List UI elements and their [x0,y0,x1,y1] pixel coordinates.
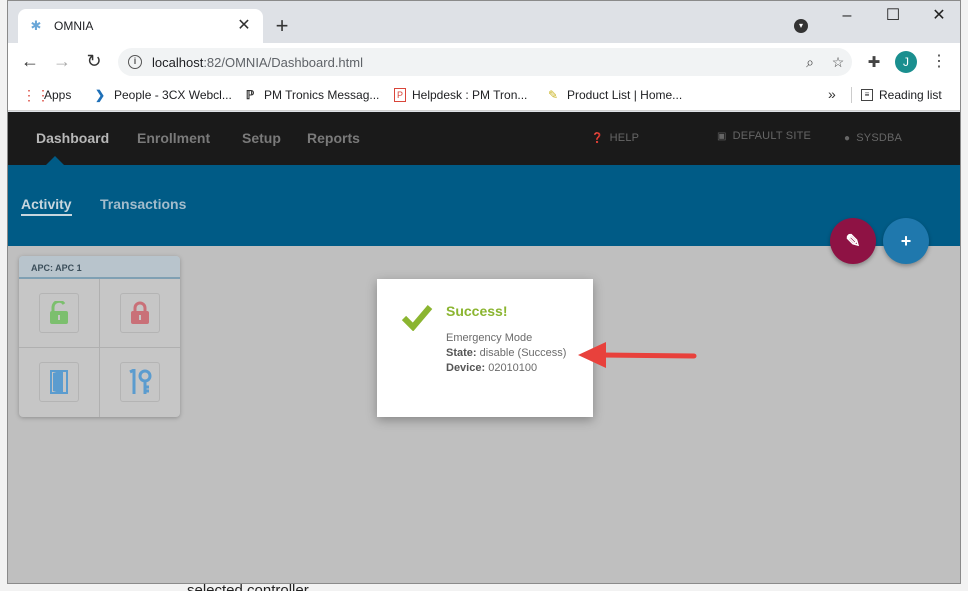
tab-search-icon[interactable]: ▾ [794,19,808,33]
browser-window: ✱ OMNIA ✕ + ▾ – ☐ ✕ ← → ↻ i localhost:82… [7,0,961,584]
maximize-button[interactable]: ☐ [870,5,916,27]
nav-setup[interactable]: Setup [242,130,281,146]
bookmarks-separator [851,87,852,103]
forward-button[interactable]: → [50,50,74,72]
zoom-icon[interactable]: ⌕ [796,54,824,71]
door-icon [50,370,68,394]
one-time-key-icon [129,369,152,394]
add-button[interactable]: + [883,218,929,264]
main-nav: Dashboard Enrollment Setup Reports ❓ HEL… [8,112,960,165]
apps-grid-icon: ⋮⋮ [22,87,50,103]
lock-cell [100,279,180,347]
minimize-button[interactable]: – [824,5,870,27]
helpdesk-icon: P [394,88,406,102]
note-icon: ✎ [547,88,559,102]
omnia-favicon-icon: ✱ [30,18,42,33]
manual-unlock-cell [100,348,180,416]
tab-close-icon[interactable]: ✕ [235,17,253,35]
door-cell [19,348,99,416]
tab-activity[interactable]: Activity [21,196,72,216]
nav-dashboard[interactable]: Dashboard [36,130,109,146]
sub-nav: Activity Transactions [8,165,960,246]
dialog-state: State: disable (Success) [446,347,567,359]
address-bar[interactable]: i localhost:82/OMNIA/Dashboard.html ⌕ ☆ [118,48,852,76]
save-disk-icon: ▣ [717,130,727,142]
menu-kebab-icon[interactable]: ⋮ [929,51,949,71]
dialog-title: Success! [446,303,508,319]
bookmark-apps[interactable]: ⋮⋮ Apps [22,86,71,104]
browser-toolbar: ← → ↻ i localhost:82/OMNIA/Dashboard.htm… [8,43,960,79]
caption-text: selected controller [187,583,309,591]
bookmark-productlist[interactable]: ✎ Product List | Home... [545,86,682,104]
bookmark-star-icon[interactable]: ☆ [824,54,852,71]
unlock-cell [19,279,99,347]
new-tab-button[interactable]: + [270,15,294,37]
lock-button[interactable] [120,293,160,333]
controller-actions-grid [19,279,180,417]
nav-active-caret [46,156,64,165]
back-button[interactable]: ← [18,50,42,72]
success-dialog: Success! Emergency Mode State: disable (… [377,279,593,417]
tab-strip: ✱ OMNIA ✕ + ▾ – ☐ ✕ [8,1,960,43]
bookmarks-bar: ⋮⋮ Apps ❯ People - 3CX Webcl... ℙ PM Tro… [8,79,960,111]
dialog-device: Device: 02010100 [446,362,538,374]
help-link[interactable]: ❓ HELP [591,132,639,144]
controller-card[interactable]: APC: APC 1 [19,256,180,417]
url-text[interactable]: localhost:82/OMNIA/Dashboard.html [152,55,796,70]
site-info-icon[interactable]: i [128,55,142,69]
user-icon: ● [844,132,851,144]
dialog-mode: Emergency Mode [446,332,533,344]
pmtronics-icon: ℙ [245,88,255,102]
door-button[interactable] [39,362,79,402]
omnia-app: Dashboard Enrollment Setup Reports ❓ HEL… [8,112,960,583]
nav-enrollment[interactable]: Enrollment [137,130,210,146]
unlock-button[interactable] [39,293,79,333]
pencil-icon: ✎ [845,231,861,251]
unlock-icon [50,301,68,324]
lock-icon [131,301,149,324]
tab-title: OMNIA [54,19,94,33]
controller-card-title: APC: APC 1 [19,256,180,279]
bookmark-3cx[interactable]: ❯ People - 3CX Webcl... [92,86,232,104]
help-icon: ❓ [591,132,604,144]
plus-icon: + [900,231,912,251]
user-menu[interactable]: ● SYSDBA [844,132,902,144]
reload-button[interactable]: ↻ [82,50,106,72]
nav-reports[interactable]: Reports [307,130,360,146]
checkmark-icon [401,305,433,331]
annotation-arrow [578,342,697,368]
tab-transactions[interactable]: Transactions [100,196,186,212]
edit-button[interactable]: ✎ [830,218,876,264]
bookmark-helpdesk[interactable]: P Helpdesk : PM Tron... [394,86,527,104]
reading-list-icon: ≡ [861,89,873,101]
reading-list-button[interactable]: ≡ Reading list [861,86,942,104]
more-bookmarks-icon[interactable]: » [828,86,836,102]
browser-tab[interactable]: ✱ OMNIA ✕ [18,9,263,43]
3cx-icon: ❯ [94,88,106,102]
close-window-button[interactable]: ✕ [916,5,960,27]
profile-avatar[interactable]: J [895,51,917,73]
bookmark-pmtronics[interactable]: ℙ PM Tronics Messag... [242,86,380,104]
manual-unlock-button[interactable] [120,362,160,402]
extensions-puzzle-icon[interactable]: ✚ [864,53,884,71]
site-selector[interactable]: ▣ DEFAULT SITE [717,130,811,142]
